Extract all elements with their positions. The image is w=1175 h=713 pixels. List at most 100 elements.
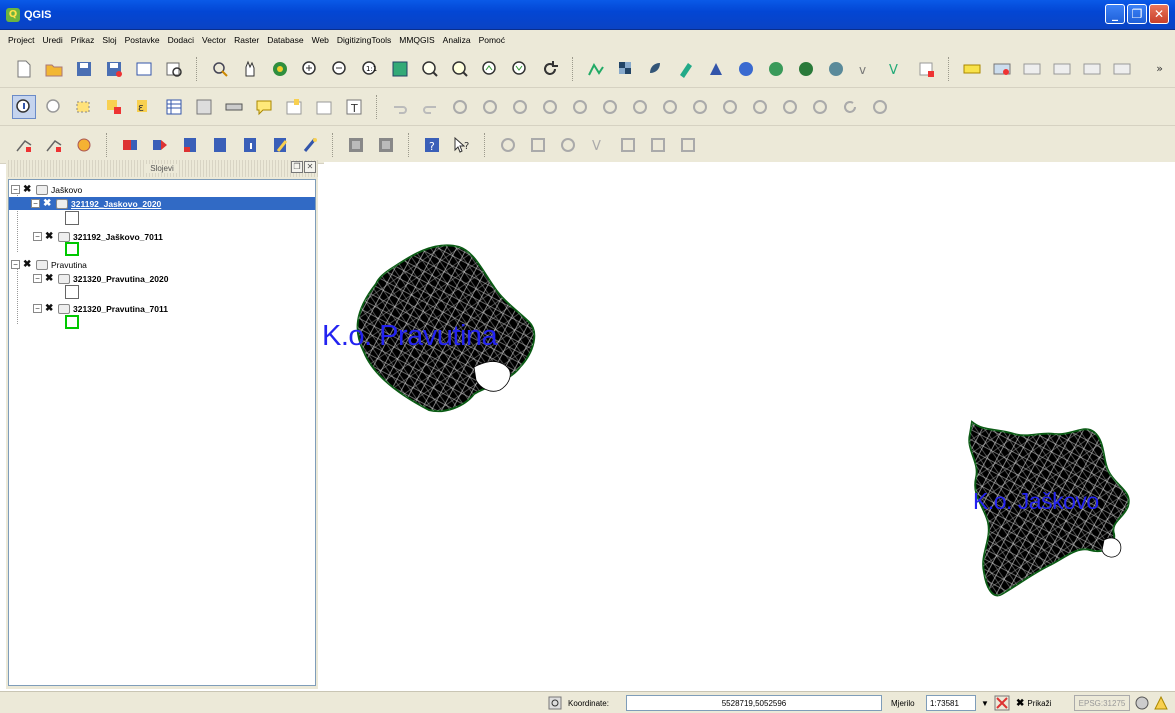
label-tool-icon[interactable] bbox=[960, 57, 984, 81]
zoom-search-icon[interactable] bbox=[42, 95, 66, 119]
measure-line-icon[interactable] bbox=[222, 95, 246, 119]
advanced-digitize-d-icon[interactable]: V bbox=[586, 133, 610, 157]
gps-export-icon[interactable] bbox=[148, 133, 172, 157]
delete-selected-icon[interactable] bbox=[598, 95, 622, 119]
add-mssql-layer-icon[interactable] bbox=[704, 57, 728, 81]
stop-render-icon[interactable] bbox=[994, 695, 1012, 711]
new-project-icon[interactable] bbox=[12, 57, 36, 81]
scale-dropdown-chevron-icon[interactable]: ▼ bbox=[978, 695, 992, 711]
capture-polygon-icon[interactable] bbox=[508, 95, 532, 119]
visibility-checkbox-icon[interactable]: ✖ bbox=[43, 198, 53, 209]
gps-import-icon[interactable] bbox=[118, 133, 142, 157]
render-checkbox[interactable]: ✖ Prikaži bbox=[1016, 695, 1051, 711]
collapse-toggle-icon[interactable]: − bbox=[11, 185, 20, 194]
capture-point-icon[interactable] bbox=[448, 95, 472, 119]
new-print-composer-icon[interactable] bbox=[132, 57, 156, 81]
advanced-digitize-c-icon[interactable] bbox=[556, 133, 580, 157]
pan-arrows-icon[interactable] bbox=[268, 57, 292, 81]
reshape-features-icon[interactable] bbox=[718, 95, 742, 119]
add-postgis-layer-icon[interactable] bbox=[644, 57, 668, 81]
plugin-wand-icon[interactable] bbox=[298, 133, 322, 157]
advanced-digitize-b-icon[interactable] bbox=[526, 133, 550, 157]
menu-sloj[interactable]: Sloj bbox=[102, 35, 116, 45]
layer-symbol-swatch[interactable] bbox=[65, 315, 79, 329]
zoom-next-icon[interactable] bbox=[508, 57, 532, 81]
undo-icon[interactable] bbox=[388, 95, 412, 119]
zoom-native-icon[interactable]: 1:1 bbox=[358, 57, 382, 81]
layer-item-pravutina-7011[interactable]: − ✖ 321320_Pravutina_7011 bbox=[33, 302, 168, 315]
open-project-icon[interactable] bbox=[42, 57, 66, 81]
menu-dodaci[interactable]: Dodaci bbox=[168, 35, 194, 45]
visibility-checkbox-icon[interactable]: ✖ bbox=[45, 303, 55, 314]
map-canvas[interactable]: K.o. Pravutina K.o. Jaškovo bbox=[322, 162, 1175, 689]
refresh-icon[interactable] bbox=[538, 57, 562, 81]
pin-labels-icon[interactable] bbox=[990, 57, 1014, 81]
zoom-out-icon[interactable] bbox=[328, 57, 352, 81]
add-spatialite-layer-icon[interactable] bbox=[674, 57, 698, 81]
menu-uredi[interactable]: Uredi bbox=[42, 35, 62, 45]
visibility-checkbox-icon[interactable]: ✖ bbox=[23, 184, 33, 195]
maximize-button[interactable]: ❐ bbox=[1127, 4, 1147, 24]
layer-item-pravutina-2020[interactable]: − ✖ 321320_Pravutina_2020 bbox=[33, 272, 168, 285]
capture-line-icon[interactable] bbox=[478, 95, 502, 119]
add-wcs-layer-icon[interactable] bbox=[764, 57, 788, 81]
advanced-digitize-a-icon[interactable] bbox=[496, 133, 520, 157]
layer-symbol-swatch[interactable] bbox=[65, 211, 79, 225]
composer-manager-icon[interactable] bbox=[162, 57, 186, 81]
text-annotation-icon[interactable]: T bbox=[342, 95, 366, 119]
plugin-p-icon[interactable] bbox=[178, 133, 202, 157]
coordinate-field[interactable]: 5528719,5052596 bbox=[626, 695, 882, 711]
raster-tool-b-icon[interactable] bbox=[374, 133, 398, 157]
menu-web[interactable]: Web bbox=[312, 35, 329, 45]
offset-curve-icon[interactable] bbox=[748, 95, 772, 119]
save-as-icon[interactable] bbox=[102, 57, 126, 81]
collapse-toggle-icon[interactable]: − bbox=[11, 260, 20, 269]
rotate-point-icon[interactable] bbox=[838, 95, 862, 119]
advanced-digitize-f-icon[interactable] bbox=[646, 133, 670, 157]
whats-this-icon[interactable]: ? bbox=[450, 133, 474, 157]
new-shapefile-icon[interactable]: V bbox=[884, 57, 908, 81]
scale-combobox[interactable]: 1:73581 bbox=[926, 695, 976, 711]
collapse-toggle-icon[interactable]: − bbox=[33, 232, 42, 241]
raster-tool-a-icon[interactable] bbox=[344, 133, 368, 157]
menu-pomoc[interactable]: Pomoć bbox=[479, 35, 505, 45]
pan-to-selection-icon[interactable] bbox=[208, 57, 232, 81]
split-features-icon[interactable] bbox=[778, 95, 802, 119]
zoom-to-selection-icon[interactable] bbox=[448, 57, 472, 81]
deselect-features-icon[interactable] bbox=[102, 95, 126, 119]
move-label-icon[interactable] bbox=[1050, 57, 1074, 81]
field-calculator-icon[interactable] bbox=[192, 95, 216, 119]
advanced-digitize-e-icon[interactable] bbox=[616, 133, 640, 157]
cut-features-icon[interactable] bbox=[628, 95, 652, 119]
menu-analiza[interactable]: Analiza bbox=[443, 35, 471, 45]
close-panel-button[interactable]: ✕ bbox=[304, 161, 316, 173]
redo-icon[interactable] bbox=[418, 95, 442, 119]
plugin-edit-icon[interactable] bbox=[208, 133, 232, 157]
coordinate-toggle-icon[interactable] bbox=[548, 695, 564, 711]
zoom-to-layer-icon[interactable] bbox=[418, 57, 442, 81]
collapse-toggle-icon[interactable]: − bbox=[33, 274, 42, 283]
visibility-checkbox-icon[interactable]: ✖ bbox=[23, 259, 33, 270]
minimize-button[interactable]: _ bbox=[1105, 4, 1125, 24]
menu-project[interactable]: Project bbox=[8, 35, 34, 45]
layer-item-jaskovo-7011[interactable]: − ✖ 321192_Jaškovo_7011 bbox=[33, 230, 163, 243]
float-panel-button[interactable]: ❐ bbox=[291, 161, 303, 173]
collapse-toggle-icon[interactable]: − bbox=[33, 304, 42, 313]
crs-globe-icon[interactable] bbox=[1134, 695, 1152, 711]
visibility-checkbox-icon[interactable]: ✖ bbox=[45, 273, 55, 284]
select-by-expression-icon[interactable]: ε bbox=[132, 95, 156, 119]
remove-layer-icon[interactable] bbox=[914, 57, 938, 81]
show-bookmarks-icon[interactable] bbox=[312, 95, 336, 119]
map-tips-icon[interactable] bbox=[252, 95, 276, 119]
copy-features-icon[interactable] bbox=[658, 95, 682, 119]
add-vector-layer-icon[interactable] bbox=[584, 57, 608, 81]
menu-prikaz[interactable]: Prikaz bbox=[71, 35, 95, 45]
visibility-checkbox-icon[interactable]: ✖ bbox=[45, 231, 55, 242]
crs-status[interactable]: EPSG:31275 bbox=[1074, 695, 1130, 711]
layer-group-jaskovo[interactable]: − ✖ Jaškovo bbox=[11, 183, 82, 196]
add-raster-layer-icon[interactable] bbox=[614, 57, 638, 81]
zoom-full-icon[interactable] bbox=[388, 57, 412, 81]
new-bookmark-icon[interactable] bbox=[282, 95, 306, 119]
node-tool-icon[interactable] bbox=[568, 95, 592, 119]
fill-ring-icon[interactable] bbox=[72, 133, 96, 157]
